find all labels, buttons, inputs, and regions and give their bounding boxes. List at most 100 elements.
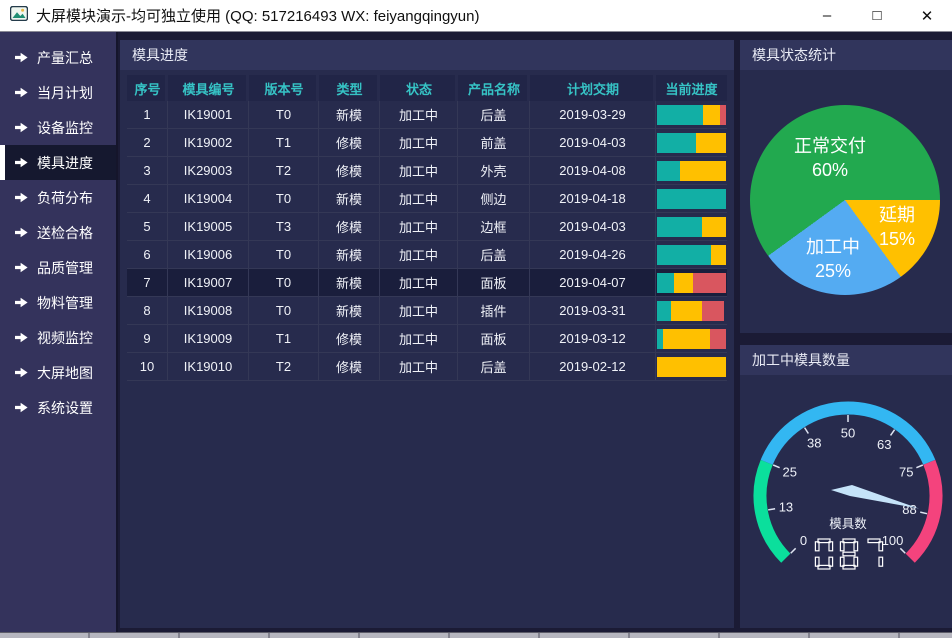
- svg-text:63: 63: [877, 437, 891, 452]
- mold-status-panel-title: 模具状态统计: [740, 40, 952, 70]
- mold-progress-panel: 模具进度 序号模具编号版本号类型状态产品名称计划交期当前进度 1IK19001T…: [120, 40, 734, 628]
- mold-status-panel: 模具状态统计 正常交付60% 延期15% 加工中25%: [740, 40, 952, 333]
- table-cell: 3: [127, 157, 168, 184]
- table-cell: 加工中: [380, 241, 458, 268]
- table-row[interactable]: 3IK29003T2修模加工中外壳2019-04-08: [127, 157, 727, 185]
- table-cell: 新模: [319, 269, 380, 296]
- column-header[interactable]: 版本号: [249, 75, 319, 101]
- column-header[interactable]: 序号: [127, 75, 168, 101]
- table-cell: 4: [127, 185, 168, 212]
- table-cell: 2019-04-26: [530, 241, 656, 268]
- table-cell: 后盖: [458, 101, 530, 128]
- table-cell: 7: [127, 269, 168, 296]
- table-cell: 2019-02-12: [530, 353, 656, 380]
- table-cell: 2019-03-12: [530, 325, 656, 352]
- progress-bar: [657, 357, 726, 377]
- processing-count-panel-title: 加工中模具数量: [740, 345, 952, 375]
- table-cell: T1: [249, 129, 319, 156]
- maximize-button[interactable]: □: [852, 0, 902, 31]
- column-header[interactable]: 产品名称: [458, 75, 530, 101]
- sidebar-item-11[interactable]: 系统设置: [0, 390, 116, 425]
- sidebar-item-5[interactable]: 负荷分布: [0, 180, 116, 215]
- svg-text:38: 38: [807, 435, 821, 450]
- table-row[interactable]: 8IK19008T0新模加工中插件2019-03-31: [127, 297, 727, 325]
- sidebar-item-3[interactable]: 设备监控: [0, 110, 116, 145]
- table-cell: 加工中: [380, 101, 458, 128]
- table-cell: 侧边: [458, 185, 530, 212]
- table-row[interactable]: 5IK19005T3修模加工中边框2019-04-03: [127, 213, 727, 241]
- table-cell: 2019-04-18: [530, 185, 656, 212]
- table-cell: T3: [249, 213, 319, 240]
- sidebar-item-10[interactable]: 大屏地图: [0, 355, 116, 390]
- svg-text:75: 75: [899, 464, 913, 479]
- table-cell: 边框: [458, 213, 530, 240]
- table-cell-progress: [656, 129, 727, 156]
- bottom-scrollbar[interactable]: [0, 632, 952, 638]
- arrow-right-icon: [15, 262, 28, 273]
- gauge-value-display: [815, 539, 882, 569]
- table-row[interactable]: 10IK19010T2修模加工中后盖2019-02-12: [127, 353, 727, 381]
- table-cell: 后盖: [458, 353, 530, 380]
- sidebar-item-4[interactable]: 模具进度: [0, 145, 116, 180]
- table-row[interactable]: 9IK19009T1修模加工中面板2019-03-12: [127, 325, 727, 353]
- table-cell: 新模: [319, 185, 380, 212]
- window-title: 大屏模块演示-均可独立使用 (QQ: 517216493 WX: feiyang…: [36, 5, 479, 26]
- table-cell: 加工中: [380, 157, 458, 184]
- sidebar-item-9[interactable]: 视频监控: [0, 320, 116, 355]
- progress-bar: [657, 329, 726, 349]
- svg-text:25: 25: [783, 464, 797, 479]
- sidebar-item-7[interactable]: 品质管理: [0, 250, 116, 285]
- table-cell: 2019-04-03: [530, 129, 656, 156]
- table-row[interactable]: 2IK19002T1修模加工中前盖2019-04-03: [127, 129, 727, 157]
- column-header[interactable]: 计划交期: [530, 75, 656, 101]
- gauge-chart: 013253850637588100 模具数: [753, 401, 943, 591]
- sidebar-item-8[interactable]: 物料管理: [0, 285, 116, 320]
- table-cell: 新模: [319, 241, 380, 268]
- progress-bar: [657, 133, 726, 153]
- table-cell-progress: [656, 353, 727, 380]
- sidebar-item-label: 产量汇总: [37, 48, 93, 68]
- progress-bar: [657, 217, 726, 237]
- table-cell: 2019-04-03: [530, 213, 656, 240]
- table-row[interactable]: 4IK19004T0新模加工中侧边2019-04-18: [127, 185, 727, 213]
- table-cell: 9: [127, 325, 168, 352]
- table-cell: 插件: [458, 297, 530, 324]
- app-icon: [10, 6, 28, 26]
- table-cell: IK19008: [168, 297, 249, 324]
- table-cell: IK19007: [168, 269, 249, 296]
- gauge-unit-label: 模具数: [829, 516, 867, 531]
- pie-label-in-process: 加工中25%: [806, 235, 860, 283]
- table-cell: IK19001: [168, 101, 249, 128]
- table-cell: T2: [249, 157, 319, 184]
- close-button[interactable]: ✕: [902, 0, 952, 31]
- table-cell: T0: [249, 269, 319, 296]
- sidebar-item-label: 视频监控: [37, 328, 93, 348]
- column-header[interactable]: 类型: [319, 75, 380, 101]
- table-cell: T0: [249, 185, 319, 212]
- arrow-right-icon: [15, 402, 28, 413]
- progress-bar: [657, 189, 726, 209]
- sidebar-item-1[interactable]: 产量汇总: [0, 40, 116, 75]
- table-row[interactable]: 6IK19006T0新模加工中后盖2019-04-26: [127, 241, 727, 269]
- table-cell: IK19002: [168, 129, 249, 156]
- title-bar[interactable]: 大屏模块演示-均可独立使用 (QQ: 517216493 WX: feiyang…: [0, 0, 952, 32]
- table-cell-progress: [656, 157, 727, 184]
- column-header[interactable]: 状态: [380, 75, 458, 101]
- table-cell: 修模: [319, 157, 380, 184]
- progress-bar: [657, 105, 726, 125]
- column-header[interactable]: 模具编号: [168, 75, 249, 101]
- table-row[interactable]: 7IK19007T0新模加工中面板2019-04-07: [127, 269, 727, 297]
- sidebar-item-label: 送检合格: [37, 223, 93, 243]
- arrow-right-icon: [15, 192, 28, 203]
- column-header[interactable]: 当前进度: [656, 75, 727, 101]
- minimize-button[interactable]: –: [802, 0, 852, 31]
- table-cell: T2: [249, 353, 319, 380]
- sidebar-item-6[interactable]: 送检合格: [0, 215, 116, 250]
- progress-bar: [657, 245, 726, 265]
- arrow-right-icon: [15, 52, 28, 63]
- table-row[interactable]: 1IK19001T0新模加工中后盖2019-03-29: [127, 101, 727, 129]
- gauge-chart-area: 013253850637588100 模具数: [740, 401, 952, 591]
- sidebar-item-2[interactable]: 当月计划: [0, 75, 116, 110]
- window-controls: – □ ✕: [802, 0, 952, 31]
- table-cell: 修模: [319, 353, 380, 380]
